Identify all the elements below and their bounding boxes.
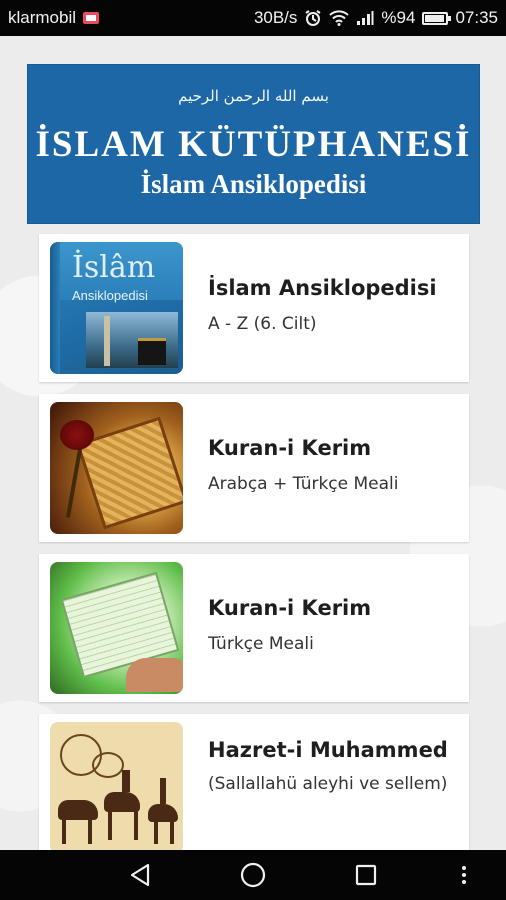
header-banner: بسم الله الرحمن الرحيم İSLAM KÜTÜPHANESİ…: [27, 64, 480, 224]
battery-level-fill: [425, 14, 445, 22]
more-icon: [462, 866, 466, 884]
battery-icon: [422, 11, 452, 25]
encyclopedia-cover-thumbnail: İslâm Ansiklopedisi: [50, 242, 183, 374]
list-item-hazret-i-muhammed[interactable]: Hazret-i Muhammed (Sallallahü aleyhi ve …: [39, 714, 469, 850]
item-subtitle: (Sallallahü aleyhi ve sellem): [208, 774, 448, 794]
item-title: Kuran-i Kerim: [208, 596, 372, 620]
item-subtitle: Türkçe Meali: [208, 634, 314, 654]
wifi-icon: [329, 10, 350, 26]
signal-icon: [357, 11, 374, 25]
net-speed: 30B/s: [253, 8, 298, 27]
system-nav-bar: [0, 850, 506, 900]
quran-rose-thumbnail: [50, 402, 183, 534]
cover-subtitle: Ansiklopedisi: [72, 288, 148, 303]
carrier-badge-icon: [83, 12, 100, 24]
home-button[interactable]: [223, 850, 283, 900]
clock: 07:35: [455, 8, 498, 27]
status-bar: klarmobil 30B/s %94 07:35: [0, 0, 506, 36]
cover-title: İslâm: [72, 250, 156, 285]
main-content: بسم الله الرحمن الرحيم İSLAM KÜTÜPHANESİ…: [0, 36, 506, 850]
list-item-kuran-arabca-turkce[interactable]: Kuran-i Kerim Arabça + Türkçe Meali: [39, 394, 469, 542]
banner-subtitle: İslam Ansiklopedisi: [140, 169, 367, 199]
item-subtitle: A - Z (6. Cilt): [208, 314, 317, 334]
item-title: Hazret-i Muhammed: [208, 738, 448, 762]
item-subtitle: Arabça + Türkçe Meali: [208, 474, 399, 494]
banner-title: İSLAM KÜTÜPHANESİ: [35, 124, 472, 165]
item-title: Kuran-i Kerim: [208, 436, 372, 460]
list-item-kuran-turkce-meali[interactable]: Kuran-i Kerim Türkçe Meali: [39, 554, 469, 702]
bismillah-text: بسم الله الرحمن الرحيم: [178, 87, 329, 105]
alarm-icon: [305, 10, 321, 26]
more-button[interactable]: [434, 850, 494, 900]
home-icon: [240, 862, 266, 888]
quran-open-book-thumbnail: [50, 562, 183, 694]
recents-icon: [355, 864, 377, 886]
item-title: İslam Ansiklopedisi: [208, 276, 437, 300]
back-button[interactable]: [110, 850, 170, 900]
battery-percent: %94: [381, 8, 416, 27]
caravan-thumbnail: [50, 722, 183, 850]
recents-button[interactable]: [336, 850, 396, 900]
back-icon: [130, 863, 150, 887]
list-item-islam-ansiklopedisi[interactable]: İslâm Ansiklopedisi İslam Ansiklopedisi …: [39, 234, 469, 382]
carrier-label: klarmobil: [8, 8, 77, 27]
